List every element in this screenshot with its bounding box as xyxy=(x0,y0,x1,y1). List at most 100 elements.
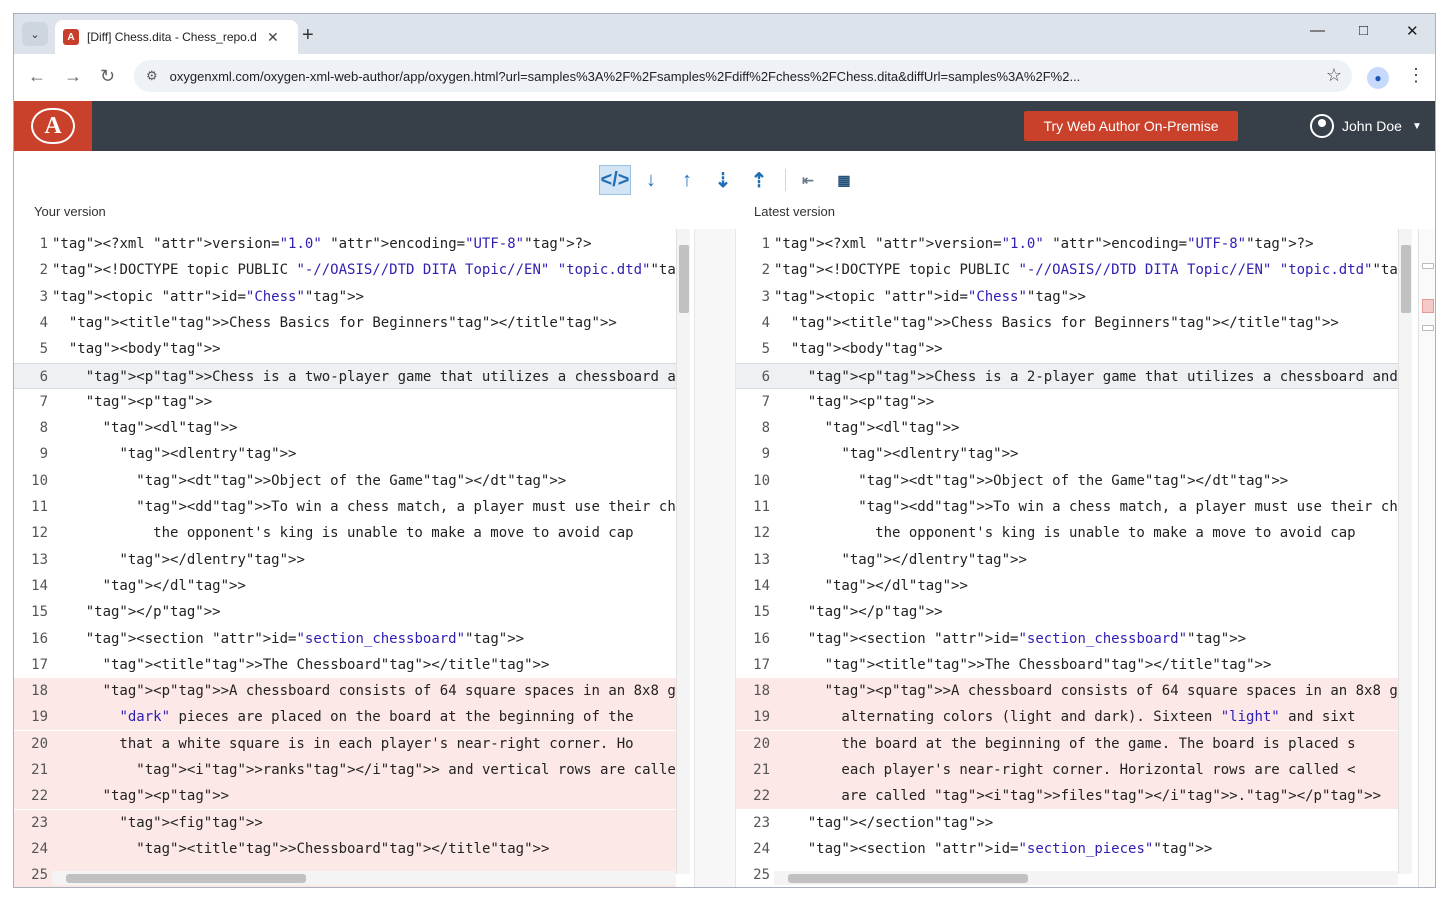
code-line[interactable]: 21 each player's near-right corner. Hori… xyxy=(736,757,1398,783)
code-line[interactable]: 11 "tag"><dd"tag">>To win a chess match,… xyxy=(14,494,676,520)
code-line[interactable]: 3 "tag"><topic "attr">id="Chess""tag">> xyxy=(14,284,676,310)
code-line[interactable]: 8 "tag"><dl"tag">> xyxy=(14,415,676,441)
code-line[interactable]: 9 "tag"><dlentry"tag">> xyxy=(14,441,676,467)
new-tab-icon[interactable]: + xyxy=(302,24,314,47)
line-text[interactable]: "tag"><dlentry"tag">> xyxy=(774,441,1018,467)
left-horizontal-scrollbar[interactable] xyxy=(52,871,676,885)
line-text[interactable]: "tag"><dl"tag">> xyxy=(52,415,238,441)
code-line[interactable]: 17 "tag"><title"tag">>The Chessboard"tag… xyxy=(736,652,1398,678)
code-line[interactable]: 23 "tag"><fig"tag">> xyxy=(14,809,676,836)
code-line[interactable]: 12 the opponent's king is unable to make… xyxy=(736,520,1398,546)
code-line[interactable]: 11 "tag"><dd"tag">>To win a chess match,… xyxy=(736,494,1398,520)
code-line[interactable]: 24 "tag"><title"tag">>Chessboard"tag"></… xyxy=(14,835,676,862)
code-line[interactable]: 19 alternating colors (light and dark). … xyxy=(736,704,1398,731)
line-text[interactable]: "tag"><p"tag">>Chess is a 2-player game … xyxy=(774,364,1398,390)
line-text[interactable]: "tag"><?xml "attr">version="1.0" "attr">… xyxy=(774,231,1314,257)
line-text[interactable]: each player's near-right corner. Horizon… xyxy=(774,757,1355,783)
code-line[interactable]: 22 "tag"><p"tag">> xyxy=(14,783,676,810)
line-text[interactable]: "tag"><dt"tag">>Object of the Game"tag">… xyxy=(774,468,1288,494)
code-line[interactable]: 18 "tag"><p"tag">>A chessboard consists … xyxy=(736,678,1398,705)
line-text[interactable]: "tag"><title"tag">>Chessboard"tag"></tit… xyxy=(52,836,549,862)
line-text[interactable]: "tag"><dt"tag">>Object of the Game"tag">… xyxy=(52,468,566,494)
left-vertical-scrollbar[interactable] xyxy=(676,229,690,874)
code-line[interactable]: 8 "tag"><dl"tag">> xyxy=(736,415,1398,441)
maximize-icon[interactable]: □ xyxy=(1359,22,1368,39)
left-vertical-scroll-thumb[interactable] xyxy=(679,245,689,313)
line-text[interactable]: "tag"><body"tag">> xyxy=(774,336,943,362)
code-line[interactable]: 2 "tag"><!DOCTYPE topic PUBLIC "-//OASIS/… xyxy=(736,257,1398,283)
line-text[interactable]: "tag"><dl"tag">> xyxy=(774,415,960,441)
code-line[interactable]: 16 "tag"><section "attr">id="section_che… xyxy=(14,626,676,652)
side-by-side-icon[interactable]: ▦ xyxy=(828,165,860,195)
address-bar[interactable]: ⚙ oxygenxml.com/oxygen-xml-web-author/ap… xyxy=(134,60,1352,92)
reload-icon[interactable]: ↻ xyxy=(100,66,115,87)
left-code-editor[interactable]: 1 "tag"><?xml "attr">version="1.0" "attr"… xyxy=(14,229,676,887)
tab-close-icon[interactable]: ✕ xyxy=(267,29,279,46)
code-line[interactable]: 14 "tag"></dl"tag">> xyxy=(736,573,1398,599)
line-text[interactable]: "tag"><title"tag">>The Chessboard"tag"><… xyxy=(52,652,550,678)
try-on-premise-button[interactable]: Try Web Author On-Premise xyxy=(1024,111,1238,141)
right-horizontal-scrollbar[interactable] xyxy=(774,871,1398,885)
line-text[interactable]: "tag"><p"tag">>A chessboard consists of … xyxy=(52,678,676,704)
code-line[interactable]: 13 "tag"></dlentry"tag">> xyxy=(14,547,676,573)
line-text[interactable]: are called "tag"><i"tag">>files"tag"></i… xyxy=(774,783,1381,809)
code-line[interactable]: 1 "tag"><?xml "attr">version="1.0" "attr"… xyxy=(736,231,1398,257)
code-line[interactable]: 18 "tag"><p"tag">>A chessboard consists … xyxy=(14,678,676,705)
code-line[interactable]: 13 "tag"></dlentry"tag">> xyxy=(736,547,1398,573)
right-vertical-scrollbar[interactable] xyxy=(1398,229,1412,874)
code-line[interactable]: 2 "tag"><!DOCTYPE topic PUBLIC "-//OASIS/… xyxy=(14,257,676,283)
line-text[interactable]: "tag"></dl"tag">> xyxy=(52,573,246,599)
overview-change-marker[interactable] xyxy=(1422,299,1434,313)
code-line[interactable]: 22 are called "tag"><i"tag">>files"tag">… xyxy=(736,783,1398,810)
code-line[interactable]: 1 "tag"><?xml "attr">version="1.0" "attr"… xyxy=(14,231,676,257)
code-line[interactable]: 4 "tag"><title"tag">>Chess Basics for Be… xyxy=(14,310,676,336)
last-change-icon[interactable]: ⇣ xyxy=(707,165,739,195)
line-text[interactable]: "tag"><p"tag">> xyxy=(774,389,934,415)
code-line[interactable]: 19 "dark" pieces are placed on the board… xyxy=(14,704,676,731)
profile-avatar-icon[interactable]: ● xyxy=(1367,67,1389,89)
user-menu[interactable]: John Doe ▼ xyxy=(1310,114,1422,138)
left-horizontal-scroll-thumb[interactable] xyxy=(66,874,306,883)
browser-tab[interactable]: A [Diff] Chess.dita - Chess_repo.d ✕ xyxy=(55,20,298,54)
line-text[interactable]: "tag"><!DOCTYPE topic PUBLIC "-//OASIS//… xyxy=(52,257,676,283)
show-source-toggle-icon[interactable]: </> xyxy=(599,165,631,195)
code-line[interactable]: 15 "tag"></p"tag">> xyxy=(736,599,1398,625)
line-text[interactable]: alternating colors (light and dark). Six… xyxy=(774,704,1355,730)
code-line[interactable]: 23 "tag"></section"tag">> xyxy=(736,810,1398,836)
line-text[interactable]: "tag"></dl"tag">> xyxy=(774,573,968,599)
browser-menu-icon[interactable]: ⋮ xyxy=(1407,65,1425,86)
overview-change-marker[interactable] xyxy=(1422,263,1434,269)
accept-change-icon[interactable]: ⇤ xyxy=(792,165,824,195)
code-line[interactable]: 4 "tag"><title"tag">>Chess Basics for Be… xyxy=(736,310,1398,336)
code-line[interactable]: 6 "tag"><p"tag">>Chess is a two-player g… xyxy=(14,362,676,389)
code-line[interactable]: 14 "tag"></dl"tag">> xyxy=(14,573,676,599)
line-text[interactable]: "tag"><dd"tag">>To win a chess match, a … xyxy=(774,494,1398,520)
line-text[interactable]: the opponent's king is unable to make a … xyxy=(52,520,633,546)
code-line[interactable]: 5 "tag"><body"tag">> xyxy=(736,336,1398,362)
diff-overview-ruler[interactable] xyxy=(1418,229,1435,887)
line-text[interactable]: "tag"></dlentry"tag">> xyxy=(774,547,1026,573)
line-text[interactable]: "dark" pieces are placed on the board at… xyxy=(52,704,633,730)
code-line[interactable]: 3 "tag"><topic "attr">id="Chess""tag">> xyxy=(736,284,1398,310)
line-text[interactable]: "tag"><dd"tag">>To win a chess match, a … xyxy=(52,494,676,520)
code-line[interactable]: 6 "tag"><p"tag">>Chess is a 2-player gam… xyxy=(736,362,1398,390)
line-text[interactable]: "tag"><title"tag">>Chess Basics for Begi… xyxy=(774,310,1339,336)
line-text[interactable]: "tag"><p"tag">> xyxy=(52,783,229,809)
code-line[interactable]: 5 "tag"><body"tag">> xyxy=(14,336,676,362)
line-text[interactable]: "tag"><?xml "attr">version="1.0" "attr">… xyxy=(52,231,592,257)
code-line[interactable]: 7 "tag"><p"tag">> xyxy=(736,389,1398,415)
line-text[interactable]: "tag"><topic "attr">id="Chess""tag">> xyxy=(774,284,1086,310)
line-text[interactable]: "tag"><topic "attr">id="Chess""tag">> xyxy=(52,284,364,310)
line-text[interactable]: "tag"><section "attr">id="section_chessb… xyxy=(774,626,1246,652)
overview-change-marker[interactable] xyxy=(1422,325,1434,331)
oxygen-logo[interactable]: A xyxy=(14,101,92,151)
right-code-editor[interactable]: 1 "tag"><?xml "attr">version="1.0" "attr"… xyxy=(736,229,1398,887)
line-text[interactable]: the board at the beginning of the game. … xyxy=(774,731,1355,757)
line-text[interactable]: "tag"><!DOCTYPE topic PUBLIC "-//OASIS//… xyxy=(774,257,1398,283)
line-text[interactable]: "tag"></p"tag">> xyxy=(774,599,943,625)
line-text[interactable]: "tag"></p"tag">> xyxy=(52,599,221,625)
code-line[interactable]: 15 "tag"></p"tag">> xyxy=(14,599,676,625)
next-change-icon[interactable]: ↓ xyxy=(635,165,667,195)
bookmark-star-icon[interactable]: ☆ xyxy=(1326,65,1342,86)
code-line[interactable]: 9 "tag"><dlentry"tag">> xyxy=(736,441,1398,467)
